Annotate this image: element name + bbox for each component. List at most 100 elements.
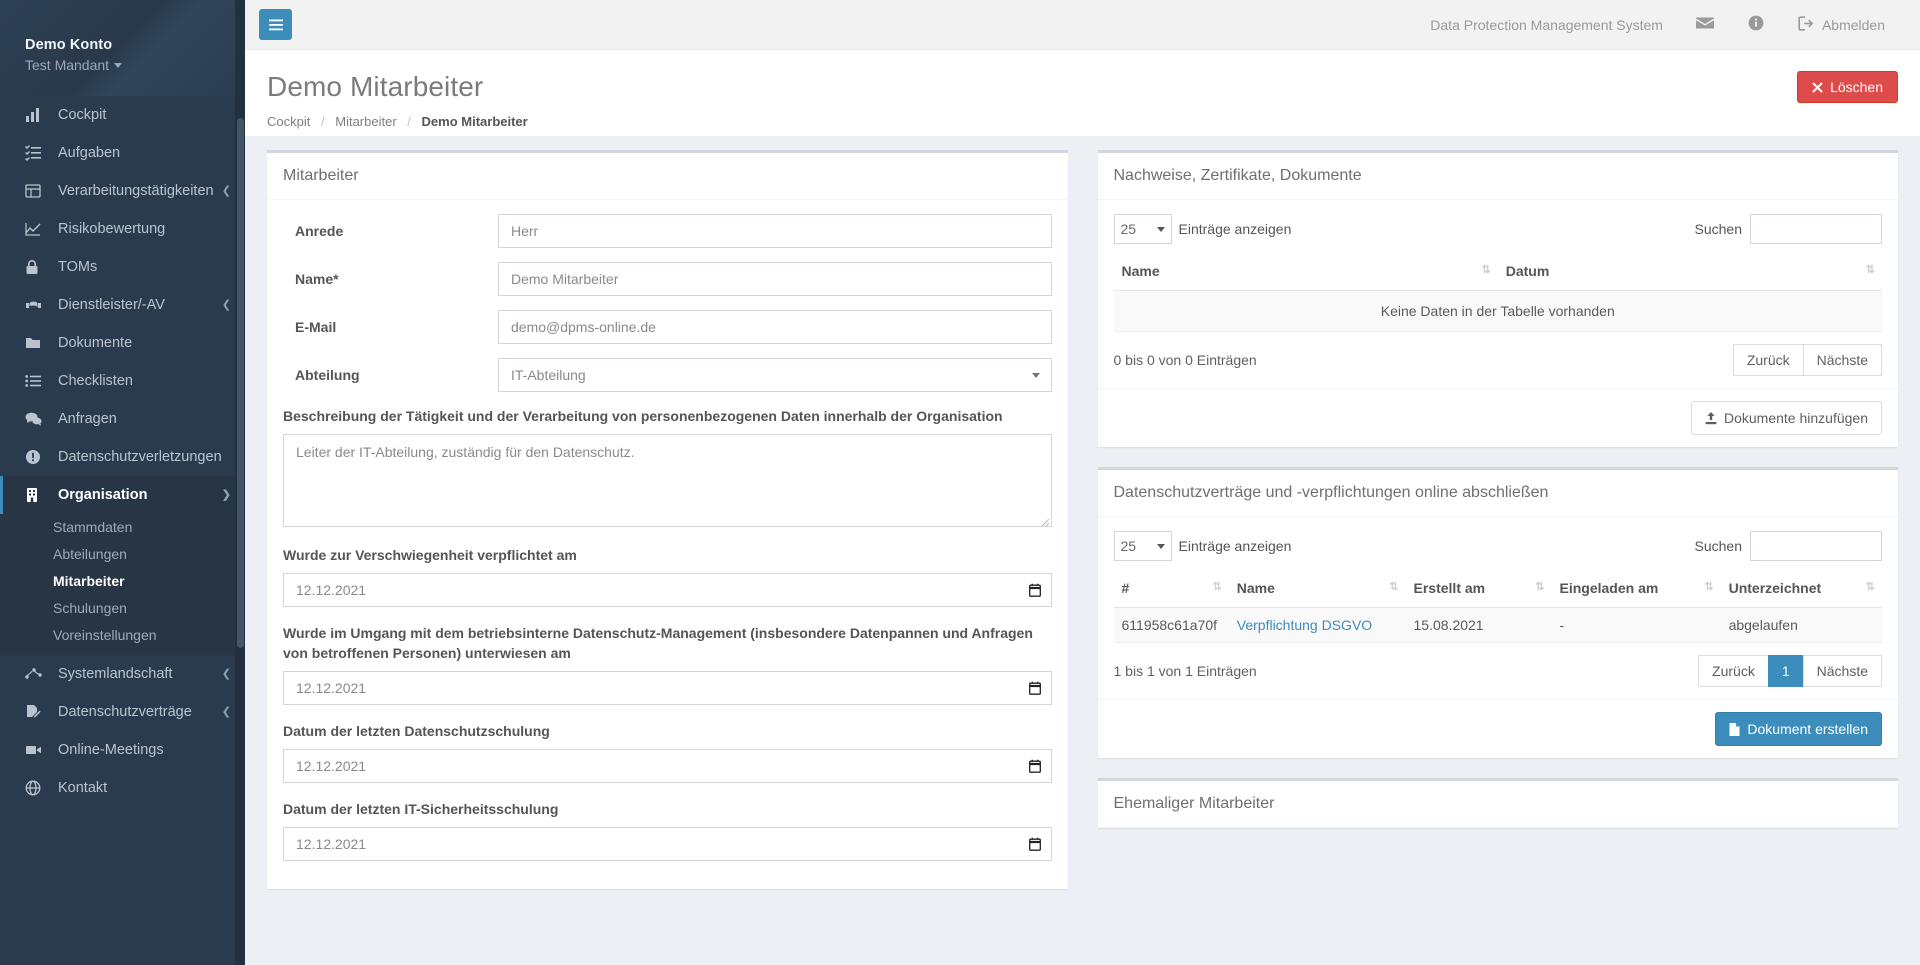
sidebar-item-verarbeitungstaetigkeiten[interactable]: Verarbeitungstätigkeiten ❮ — [0, 172, 245, 210]
documents-column-datum[interactable]: Datum ⇅ — [1497, 254, 1882, 291]
sidebar-item-aufgaben[interactable]: Aufgaben — [0, 134, 245, 172]
sidebar-item-cockpit[interactable]: Cockpit — [0, 96, 245, 134]
exclamation-circle-icon — [25, 449, 45, 465]
contracts-prev-page-button[interactable]: Zurück — [1698, 655, 1769, 687]
sidebar-item-checklisten[interactable]: Checklisten — [0, 362, 245, 400]
hamburger-icon — [268, 19, 283, 31]
upload-icon — [1705, 411, 1717, 425]
contracts-table: # ⇅ Name ⇅ Erstellt am ⇅ Eingeladen am ⇅… — [1113, 571, 1882, 643]
contracts-page-1-button[interactable]: 1 — [1767, 655, 1804, 687]
contracts-cell-signed: abgelaufen — [1720, 607, 1882, 643]
former-employee-box-title: Ehemaliger Mitarbeiter — [1113, 795, 1275, 812]
documents-box-header: Nachweise, Zertifikate, Dokumente — [1097, 153, 1898, 200]
breadcrumb-item-mitarbeiter[interactable]: Mitarbeiter — [335, 114, 396, 129]
sidebar-item-abteilungen[interactable]: Abteilungen — [0, 541, 245, 568]
info-button[interactable] — [1731, 0, 1781, 50]
sidebar-item-dokumente[interactable]: Dokumente — [0, 324, 245, 362]
sidebar-item-label: TOMs — [58, 259, 98, 275]
sidebar-brand: Demo Konto Test Mandant — [0, 0, 245, 96]
sidebar-item-toms[interactable]: TOMs — [0, 248, 245, 286]
logout-button[interactable]: Abmelden — [1781, 0, 1902, 50]
documents-search-input[interactable] — [1750, 214, 1882, 244]
contracts-table-body: 611958c61a70f Verpflichtung DSGVO 15.08.… — [1113, 607, 1882, 643]
it-sicherheitsschulung-date-value: 12.12.2021 — [296, 836, 367, 852]
contracts-box: Datenschutzverträge und -verpflichtungen… — [1097, 467, 1898, 758]
resize-handle-icon[interactable] — [1038, 513, 1050, 527]
label-email: E-Mail — [295, 319, 337, 335]
name-input[interactable]: Demo Mitarbeiter — [498, 262, 1052, 296]
sidebar-item-label: Risikobewertung — [58, 221, 166, 237]
documents-page-length-select[interactable]: 25 — [1113, 214, 1172, 244]
documents-table: Name ⇅ Datum ⇅ Keine Daten in der Tabell… — [1113, 254, 1882, 332]
sidebar-item-voreinstellungen[interactable]: Voreinstellungen — [0, 622, 245, 649]
documents-prev-page-button[interactable]: Zurück — [1732, 344, 1804, 376]
abteilung-select[interactable]: IT-Abteilung — [498, 358, 1052, 392]
datenschutzschulung-date-input[interactable]: 12.12.2021 — [283, 749, 1052, 783]
contracts-column-created[interactable]: Erstellt am ⇅ — [1405, 571, 1552, 608]
sidebar-item-datenschutzverletzungen[interactable]: Datenschutzverletzungen — [0, 438, 245, 476]
contracts-column-signed[interactable]: Unterzeichnet ⇅ — [1720, 571, 1882, 608]
it-sicherheitsschulung-date-input[interactable]: 12.12.2021 — [283, 827, 1052, 861]
anrede-input[interactable]: Herr — [498, 214, 1052, 248]
info-circle-icon — [1748, 15, 1764, 34]
main-area: Data Protection Management System Abmeld — [245, 0, 1920, 965]
documents-next-page-button[interactable]: Nächste — [1802, 344, 1882, 376]
calendar-icon[interactable] — [1028, 681, 1041, 695]
chart-bar-icon — [25, 107, 45, 123]
contracts-column-id[interactable]: # ⇅ — [1113, 571, 1229, 608]
chevron-down-icon — [1156, 226, 1165, 232]
sidebar-scrollbar-thumb[interactable] — [237, 118, 244, 648]
breadcrumb: Cockpit / Mitarbeiter / Demo Mitarbeiter — [267, 114, 1898, 129]
sidebar-item-mitarbeiter[interactable]: Mitarbeiter — [0, 568, 245, 595]
email-input[interactable]: demo@dpms-online.de — [498, 310, 1052, 344]
contracts-search-label: Suchen — [1694, 538, 1742, 554]
globe-icon — [25, 780, 45, 796]
table-row[interactable]: 611958c61a70f Verpflichtung DSGVO 15.08.… — [1113, 607, 1882, 643]
calendar-icon[interactable] — [1028, 759, 1041, 773]
contracts-table-header-row: # ⇅ Name ⇅ Erstellt am ⇅ Eingeladen am ⇅… — [1113, 571, 1882, 608]
sidebar-scrollbar[interactable] — [235, 0, 245, 965]
sidebar-item-label: Checklisten — [58, 373, 133, 389]
calendar-icon[interactable] — [1028, 583, 1041, 597]
contracts-column-name[interactable]: Name ⇅ — [1228, 571, 1406, 608]
verschwiegenheit-date-input[interactable]: 12.12.2021 — [283, 573, 1052, 607]
handshake-icon — [25, 297, 45, 313]
contract-name-link[interactable]: Verpflichtung DSGVO — [1237, 617, 1372, 633]
documents-empty-row: Keine Daten in der Tabelle vorhanden — [1113, 290, 1882, 332]
create-document-button[interactable]: Dokument erstellen — [1715, 712, 1882, 746]
messages-button[interactable] — [1679, 0, 1731, 50]
add-documents-button[interactable]: Dokumente hinzufügen — [1691, 401, 1882, 435]
sidebar-item-stammdaten[interactable]: Stammdaten — [0, 514, 245, 541]
calendar-icon[interactable] — [1028, 837, 1041, 851]
contracts-next-page-button[interactable]: Nächste — [1802, 655, 1882, 687]
documents-box-footer: Dokumente hinzufügen — [1097, 388, 1898, 447]
chevron-left-icon: ❮ — [221, 705, 231, 718]
sidebar-item-dienstleister-av[interactable]: Dienstleister/-AV ❮ — [0, 286, 245, 324]
sidebar-item-schulungen[interactable]: Schulungen — [0, 595, 245, 622]
sidebar-item-kontakt[interactable]: Kontakt — [0, 769, 245, 807]
contracts-search-input[interactable] — [1750, 531, 1882, 561]
documents-table-body: Keine Daten in der Tabelle vorhanden — [1113, 290, 1882, 332]
delete-button[interactable]: Löschen — [1797, 71, 1898, 103]
sidebar-item-organisation[interactable]: Organisation ❯ — [0, 476, 245, 514]
documents-column-name[interactable]: Name ⇅ — [1113, 254, 1498, 291]
documents-box: Nachweise, Zertifikate, Dokumente 25 Ein… — [1097, 150, 1898, 447]
sidebar-item-label: Anfragen — [58, 411, 117, 427]
sidebar-item-anfragen[interactable]: Anfragen — [0, 400, 245, 438]
menu-toggle-button[interactable] — [259, 9, 292, 40]
sidebar-item-online-meetings[interactable]: Online-Meetings — [0, 731, 245, 769]
sidebar-item-risikobewertung[interactable]: Risikobewertung — [0, 210, 245, 248]
beschreibung-textarea[interactable]: Leiter der IT-Abteilung, zuständig für d… — [283, 434, 1052, 527]
breadcrumb-item-cockpit[interactable]: Cockpit — [267, 114, 310, 129]
sidebar-item-systemlandschaft[interactable]: Systemlandschaft ❮ — [0, 655, 245, 693]
sidebar-item-datenschutzvertraege[interactable]: Datenschutzverträge ❮ — [0, 693, 245, 731]
add-documents-label: Dokumente hinzufügen — [1724, 410, 1868, 426]
contracts-length-control: 25 Einträge anzeigen — [1113, 531, 1291, 561]
contracts-column-invited[interactable]: Eingeladen am ⇅ — [1551, 571, 1721, 608]
documents-pagination: Zurück Nächste — [1732, 344, 1882, 376]
delete-button-label: Löschen — [1830, 79, 1883, 95]
unterweisung-date-input[interactable]: 12.12.2021 — [283, 671, 1052, 705]
contracts-page-length-select[interactable]: 25 — [1113, 531, 1172, 561]
chevron-down-icon — [114, 63, 123, 68]
tenant-switcher[interactable]: Test Mandant — [25, 55, 245, 75]
